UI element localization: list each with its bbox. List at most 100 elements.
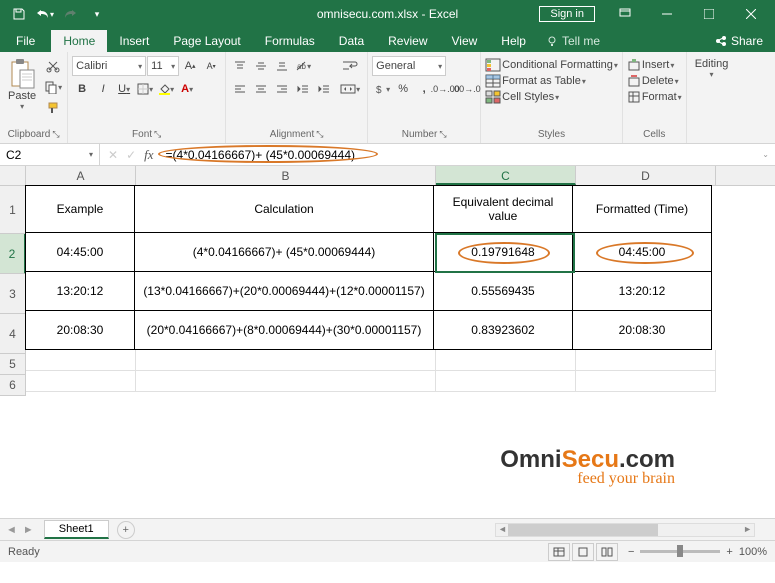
tab-view[interactable]: View <box>440 30 490 52</box>
orientation-button[interactable]: ab▾ <box>293 56 313 76</box>
italic-button[interactable]: I <box>93 79 113 99</box>
number-launcher-icon[interactable]: ⤡ <box>439 129 446 140</box>
cell-styles-button[interactable]: Cell Styles▾ <box>485 90 618 104</box>
minimize-icon[interactable] <box>647 0 687 28</box>
increase-font-button[interactable]: A▴ <box>180 56 200 76</box>
cell-b2[interactable]: (4*0.04166667)+ (45*0.00069444) <box>134 232 434 272</box>
decrease-decimal-button[interactable]: .00→.0 <box>456 79 476 99</box>
col-header-b[interactable]: B <box>136 166 436 185</box>
cell-c4[interactable]: 0.83923602 <box>433 310 573 350</box>
align-right-button[interactable] <box>272 79 292 99</box>
sign-in-button[interactable]: Sign in <box>539 6 595 22</box>
enter-formula-icon[interactable]: ✓ <box>126 148 136 162</box>
cell-c2[interactable]: 0.19791648 <box>433 232 573 272</box>
col-header-c[interactable]: C <box>436 166 576 185</box>
tell-me-search[interactable]: Tell me <box>538 30 608 52</box>
cell-b4[interactable]: (20*0.04166667)+(8*0.00069444)+(30*0.000… <box>134 310 434 350</box>
wrap-text-button[interactable] <box>337 56 363 76</box>
delete-cells-button[interactable]: Delete▾ <box>627 74 682 88</box>
expand-formula-bar-icon[interactable]: ⌄ <box>756 150 775 159</box>
sheet-tab-1[interactable]: Sheet1 <box>44 520 109 539</box>
row-header-1[interactable]: 1 <box>0 186 26 234</box>
paste-button[interactable]: Paste ▾ <box>4 56 40 113</box>
cell-d4[interactable]: 20:08:30 <box>572 310 712 350</box>
cell-c6[interactable] <box>436 371 576 392</box>
bold-button[interactable]: B <box>72 79 92 99</box>
cell-a1[interactable]: Example <box>25 185 135 233</box>
zoom-thumb[interactable] <box>677 545 683 557</box>
merge-center-button[interactable]: ▾ <box>337 79 363 99</box>
row-header-4[interactable]: 4 <box>0 314 26 354</box>
close-icon[interactable] <box>731 0 771 28</box>
tab-file[interactable]: File <box>0 30 51 52</box>
align-left-button[interactable] <box>230 79 250 99</box>
cell-d1[interactable]: Formatted (Time) <box>572 185 712 233</box>
row-header-3[interactable]: 3 <box>0 274 26 314</box>
decrease-indent-button[interactable] <box>293 79 313 99</box>
cell-b5[interactable] <box>136 350 436 371</box>
horizontal-scrollbar[interactable]: ◄ ► <box>495 523 755 537</box>
page-break-view-button[interactable] <box>596 543 618 561</box>
row-header-5[interactable]: 5 <box>0 354 26 375</box>
percent-button[interactable]: % <box>393 79 413 99</box>
sheet-nav-next-icon[interactable]: ► <box>23 524 34 536</box>
tab-data[interactable]: Data <box>327 30 376 52</box>
align-bottom-button[interactable] <box>272 56 292 76</box>
conditional-formatting-button[interactable]: Conditional Formatting▾ <box>485 58 618 72</box>
scroll-thumb[interactable] <box>508 524 658 536</box>
editing-button[interactable]: Editing ▾ <box>691 56 733 81</box>
align-top-button[interactable] <box>230 56 250 76</box>
cell-d2[interactable]: 04:45:00 <box>572 232 712 272</box>
cell-a6[interactable] <box>26 371 136 392</box>
cell-a5[interactable] <box>26 350 136 371</box>
zoom-slider[interactable] <box>640 550 720 553</box>
cell-c1[interactable]: Equivalent decimal value <box>433 185 573 233</box>
cell-a2[interactable]: 04:45:00 <box>25 232 135 272</box>
font-size-combo[interactable]: 11▾ <box>147 56 179 76</box>
cell-a3[interactable]: 13:20:12 <box>25 271 135 311</box>
cell-c3[interactable]: 0.55569435 <box>433 271 573 311</box>
add-sheet-button[interactable]: + <box>117 521 135 539</box>
cut-button[interactable] <box>43 56 63 76</box>
underline-button[interactable]: U▾ <box>114 79 134 99</box>
accounting-format-button[interactable]: $▾ <box>372 79 392 99</box>
tab-formulas[interactable]: Formulas <box>253 30 327 52</box>
tab-page-layout[interactable]: Page Layout <box>161 30 252 52</box>
zoom-out-button[interactable]: − <box>628 546 634 558</box>
alignment-launcher-icon[interactable]: ⤡ <box>316 129 323 140</box>
format-cells-button[interactable]: Format▾ <box>627 90 682 104</box>
formula-input[interactable]: =(4*0.04166667)+ (45*0.00069444) <box>162 144 757 165</box>
cell-b3[interactable]: (13*0.04166667)+(20*0.00069444)+(12*0.00… <box>134 271 434 311</box>
tab-help[interactable]: Help <box>489 30 538 52</box>
save-icon[interactable] <box>8 3 30 25</box>
sheet-nav-prev-icon[interactable]: ◄ <box>6 524 17 536</box>
zoom-level[interactable]: 100% <box>739 546 767 558</box>
decrease-font-button[interactable]: A▾ <box>201 56 221 76</box>
font-name-combo[interactable]: Calibri▾ <box>72 56 146 76</box>
increase-indent-button[interactable] <box>314 79 334 99</box>
tab-review[interactable]: Review <box>376 30 439 52</box>
format-as-table-button[interactable]: Format as Table▾ <box>485 74 618 88</box>
insert-cells-button[interactable]: Insert▾ <box>627 58 682 72</box>
fx-icon[interactable]: fx <box>144 147 153 163</box>
zoom-in-button[interactable]: + <box>726 546 732 558</box>
cell-d5[interactable] <box>576 350 716 371</box>
cancel-formula-icon[interactable]: ✕ <box>108 148 118 162</box>
select-all-button[interactable] <box>0 166 26 185</box>
clipboard-launcher-icon[interactable]: ⤡ <box>52 129 59 140</box>
cell-a4[interactable]: 20:08:30 <box>25 310 135 350</box>
cell-b6[interactable] <box>136 371 436 392</box>
name-box[interactable]: C2 ▾ <box>0 144 100 165</box>
align-center-button[interactable] <box>251 79 271 99</box>
undo-icon[interactable]: ▾ <box>34 3 56 25</box>
normal-view-button[interactable] <box>548 543 570 561</box>
cells-grid[interactable]: Example Calculation Equivalent decimal v… <box>26 186 716 396</box>
ribbon-options-icon[interactable] <box>605 0 645 28</box>
cell-b1[interactable]: Calculation <box>134 185 434 233</box>
tab-insert[interactable]: Insert <box>107 30 161 52</box>
fill-color-button[interactable]: ▾ <box>156 79 176 99</box>
tab-home[interactable]: Home <box>51 30 107 52</box>
page-layout-view-button[interactable] <box>572 543 594 561</box>
number-format-combo[interactable]: General▾ <box>372 56 446 76</box>
align-middle-button[interactable] <box>251 56 271 76</box>
